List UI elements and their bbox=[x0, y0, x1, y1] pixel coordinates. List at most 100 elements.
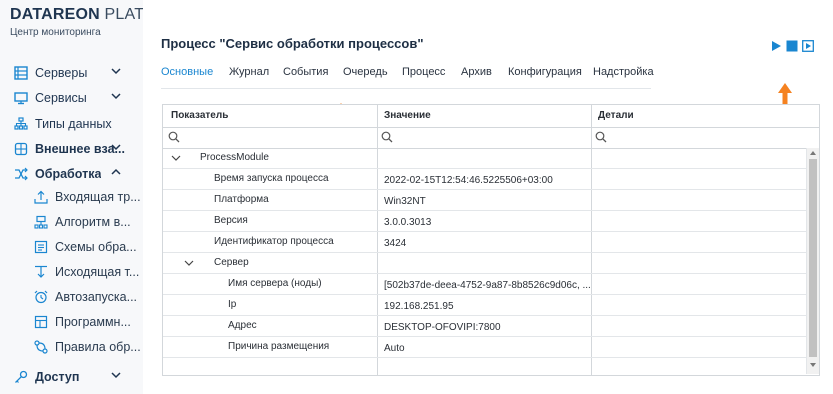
cell-indicator: Сервер bbox=[214, 257, 249, 268]
sidebar-item-label: Исходящая т... bbox=[55, 265, 140, 279]
sidebar-item-external-interaction[interactable]: Внешнее вза... bbox=[0, 138, 143, 160]
search-icon[interactable] bbox=[168, 131, 180, 143]
server-list-icon bbox=[13, 65, 29, 81]
brand-name-bold: DATAREON bbox=[10, 6, 100, 23]
brand-name-rest: PLATF bbox=[104, 6, 143, 23]
table-row[interactable]: Адрес DESKTOP-OFOVIPI:7800 bbox=[163, 316, 806, 337]
rules-icon bbox=[33, 339, 49, 355]
cell-value: 3.0.0.3013 bbox=[384, 217, 432, 228]
tab-process[interactable]: Процесс bbox=[402, 66, 445, 78]
tab-queue[interactable]: Очередь bbox=[343, 66, 388, 78]
sidebar-item-processing-rules[interactable]: Правила обр... bbox=[0, 336, 143, 358]
cell-indicator: Версия bbox=[214, 215, 248, 226]
grid-icon bbox=[33, 314, 49, 330]
column-header-details[interactable]: Детали bbox=[598, 110, 634, 121]
step-play-icon[interactable] bbox=[802, 40, 814, 52]
monitor-icon bbox=[13, 90, 29, 106]
sidebar-item-label: Автозапуска... bbox=[55, 290, 138, 304]
cell-indicator: Идентификатор процесса bbox=[214, 236, 334, 247]
cell-value: Auto bbox=[384, 343, 405, 354]
table-row[interactable]: Идентификатор процесса 3424 bbox=[163, 232, 806, 253]
cell-value: DESKTOP-OFOVIPI:7800 bbox=[384, 322, 501, 333]
table-row[interactable]: Имя сервера (ноды) [502b37de-deea-4752-9… bbox=[163, 274, 806, 295]
search-icon[interactable] bbox=[381, 131, 393, 143]
table-row[interactable]: Ip 192.168.251.95 bbox=[163, 295, 806, 316]
tab-add-on[interactable]: Надстройка bbox=[593, 66, 654, 78]
alarm-icon bbox=[33, 289, 49, 305]
cell-value: 3424 bbox=[384, 238, 407, 249]
cell-indicator: ProcessModule bbox=[200, 152, 269, 163]
chevron-up-icon[interactable] bbox=[110, 166, 122, 178]
brand-subtitle: Центр мониторинга bbox=[10, 27, 101, 38]
table-row[interactable]: Сервер bbox=[163, 253, 806, 274]
puzzle-icon bbox=[13, 141, 29, 157]
cell-value: 192.168.251.95 bbox=[384, 301, 454, 312]
cell-indicator: Адрес bbox=[228, 320, 257, 331]
tab-archive[interactable]: Архив bbox=[461, 66, 492, 78]
cell-indicator: Имя сервера (ноды) bbox=[228, 278, 322, 289]
sidebar-item-label: Доступ bbox=[35, 370, 80, 384]
table-row[interactable]: Причина размещения Auto bbox=[163, 337, 806, 358]
cell-indicator: Ip bbox=[228, 299, 237, 310]
chevron-down-icon[interactable] bbox=[110, 65, 122, 77]
filter-row bbox=[163, 127, 819, 149]
cell-value: [502b37de-deea-4752-9a87-8b8526c9d06c, .… bbox=[384, 280, 590, 291]
tab-configuration[interactable]: Конфигурация bbox=[508, 66, 582, 78]
sidebar-item-data-types[interactable]: Типы данных bbox=[0, 113, 143, 135]
upload-icon bbox=[33, 189, 49, 205]
sidebar-item-algorithm[interactable]: Алгоритм в... bbox=[0, 211, 143, 233]
shuffle-icon bbox=[13, 166, 29, 182]
cell-value: Win32NT bbox=[384, 196, 426, 207]
cell-indicator: Время запуска процесса bbox=[214, 173, 329, 184]
properties-grid: Показатель Значение Детали ProcessModule… bbox=[162, 104, 820, 376]
sidebar-item-autostart[interactable]: Автозапуска... bbox=[0, 286, 143, 308]
chevron-down-icon[interactable] bbox=[184, 259, 194, 267]
search-icon[interactable] bbox=[595, 131, 607, 143]
brand-logo[interactable]: DATAREON PLATF bbox=[10, 6, 143, 24]
tab-bar: Основные Журнал События Очередь Процесс … bbox=[161, 60, 654, 89]
scroll-down-icon[interactable] bbox=[810, 362, 816, 368]
table-row[interactable]: Версия 3.0.0.3013 bbox=[163, 211, 806, 232]
sidebar-item-label: Обработка bbox=[35, 167, 102, 181]
table-row[interactable] bbox=[163, 358, 806, 375]
chevron-down-icon[interactable] bbox=[171, 154, 181, 162]
table-row[interactable]: Платформа Win32NT bbox=[163, 190, 806, 211]
play-icon[interactable] bbox=[770, 40, 782, 52]
sidebar-item-servers[interactable]: Серверы bbox=[0, 62, 143, 84]
page-title: Процесс "Сервис обработки процессов" bbox=[161, 36, 424, 51]
sidebar-item-incoming-transport[interactable]: Входящая тр... bbox=[0, 186, 143, 208]
scroll-up-icon[interactable] bbox=[810, 150, 816, 156]
stop-icon[interactable] bbox=[786, 40, 798, 52]
tab-events[interactable]: События bbox=[283, 66, 328, 78]
algorithm-icon bbox=[33, 214, 49, 230]
chevron-down-icon[interactable] bbox=[110, 141, 122, 153]
table-row[interactable]: ProcessModule bbox=[163, 148, 806, 169]
tab-log[interactable]: Журнал bbox=[229, 66, 269, 78]
key-icon bbox=[13, 369, 29, 385]
sidebar-item-schemes[interactable]: Схемы обра... bbox=[0, 236, 143, 258]
scrollbar-thumb[interactable] bbox=[809, 159, 817, 357]
sidebar-item-program-modules[interactable]: Программн... bbox=[0, 311, 143, 333]
table-row[interactable]: Время запуска процесса 2022-02-15T12:54:… bbox=[163, 169, 806, 190]
sidebar-item-processing[interactable]: Обработка bbox=[0, 163, 143, 185]
column-header-value[interactable]: Значение bbox=[384, 110, 431, 121]
sidebar-item-label: Алгоритм в... bbox=[55, 215, 131, 229]
chevron-down-icon[interactable] bbox=[110, 369, 122, 381]
process-controls bbox=[766, 40, 814, 52]
sidebar-item-services[interactable]: Сервисы bbox=[0, 87, 143, 109]
grid-header: Показатель Значение Детали bbox=[163, 105, 819, 128]
sidebar-item-outgoing-transport[interactable]: Исходящая т... bbox=[0, 261, 143, 283]
sidebar-item-label: Серверы bbox=[35, 66, 88, 80]
sidebar-item-label: Входящая тр... bbox=[55, 190, 141, 204]
column-header-indicator[interactable]: Показатель bbox=[171, 110, 228, 121]
sidebar-item-access[interactable]: Доступ bbox=[0, 366, 143, 388]
vertical-scrollbar[interactable] bbox=[806, 148, 819, 374]
chevron-down-icon[interactable] bbox=[110, 90, 122, 102]
tab-main[interactable]: Основные bbox=[161, 66, 213, 78]
sidebar-item-label: Типы данных bbox=[35, 117, 112, 131]
download-icon bbox=[33, 264, 49, 280]
cell-value: 2022-02-15T12:54:46.5225506+03:00 bbox=[384, 175, 553, 186]
scheme-icon bbox=[33, 239, 49, 255]
sidebar-item-label: Программн... bbox=[55, 315, 131, 329]
cell-indicator: Платформа bbox=[214, 194, 269, 205]
